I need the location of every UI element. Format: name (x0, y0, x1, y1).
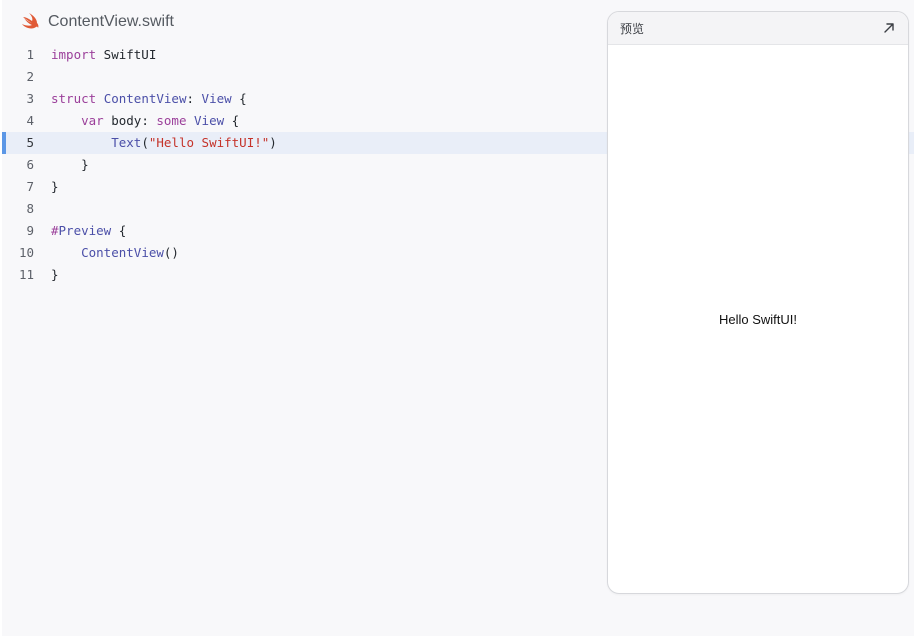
line-number: 5 (26, 135, 34, 150)
code-text: var body: some View { (81, 113, 240, 128)
line-number: 6 (26, 157, 34, 172)
preview-text: Hello SwiftUI! (718, 312, 798, 327)
code-text: } (51, 267, 59, 282)
line-number: 8 (26, 201, 34, 216)
line-number: 7 (26, 179, 34, 194)
preview-panel: 预览 Hello SwiftUI! (607, 11, 909, 594)
code-text: } (51, 157, 89, 172)
line-number: 4 (26, 113, 34, 128)
code-text: #Preview { (51, 223, 127, 238)
code-text: struct ContentView: View { (51, 91, 247, 106)
preview-header: 预览 (608, 12, 908, 45)
line-number: 11 (18, 267, 34, 282)
line-number: 2 (26, 69, 34, 84)
swift-icon (20, 12, 40, 32)
code-text: ContentView() (81, 245, 179, 260)
file-header: ContentView.swift (20, 11, 174, 33)
line-number: 1 (26, 47, 34, 62)
line-number: 9 (26, 223, 34, 238)
file-name[interactable]: ContentView.swift (48, 13, 174, 31)
code-text: import SwiftUI (51, 47, 157, 62)
code-editor[interactable]: ContentView.swift 1 import SwiftUI 2 3 str… (2, 0, 914, 636)
code-text: } (51, 179, 59, 194)
line-number: 3 (26, 91, 34, 106)
arrow-up-right-icon[interactable] (882, 21, 896, 35)
code-text: Text("Hello SwiftUI!") (111, 135, 277, 150)
preview-title: 预览 (620, 22, 645, 36)
line-number: 10 (18, 245, 34, 260)
